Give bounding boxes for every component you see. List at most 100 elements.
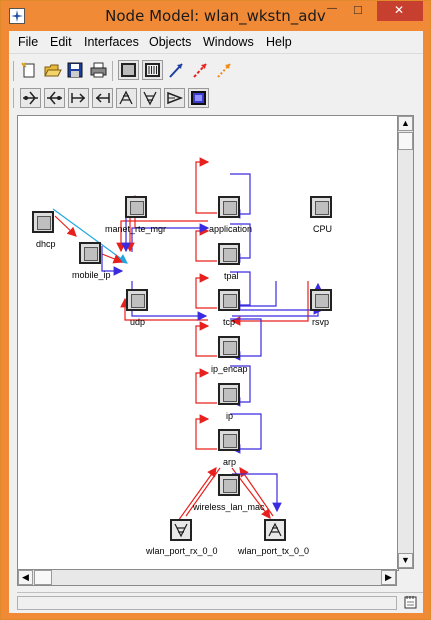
toolbar-main bbox=[9, 58, 423, 84]
menu-help[interactable]: Help bbox=[266, 35, 292, 49]
create-antenna-button[interactable] bbox=[164, 88, 185, 108]
open-button[interactable] bbox=[42, 60, 63, 80]
stream-ip-to-ipencap bbox=[195, 321, 217, 357]
node-rsvp[interactable] bbox=[310, 289, 332, 311]
new-button[interactable] bbox=[19, 60, 40, 80]
open-folder-icon bbox=[44, 64, 62, 77]
menu-windows[interactable]: Windows bbox=[203, 35, 254, 49]
radio-transmitter-icon bbox=[268, 522, 282, 537]
node-udp[interactable] bbox=[126, 289, 148, 311]
node-mobile-ip[interactable] bbox=[79, 242, 101, 264]
node-editor-canvas[interactable]: dhcp mobile_ip manet_rte_mgr udp applica… bbox=[17, 115, 399, 571]
label-arp: arp bbox=[223, 457, 237, 467]
create-pt-tx-button[interactable] bbox=[20, 88, 41, 108]
create-logical-association-icon bbox=[217, 63, 231, 78]
stream-tcp-to-tpal bbox=[195, 226, 217, 262]
close-icon: ✕ bbox=[394, 3, 405, 17]
scroll-up-button[interactable]: ▲ bbox=[398, 116, 413, 131]
node-tcp[interactable] bbox=[218, 289, 240, 311]
label-mobile-ip: mobile_ip bbox=[72, 270, 111, 280]
new-document-icon bbox=[21, 62, 35, 78]
create-bus-transmitter-icon bbox=[71, 93, 86, 103]
stream-dhcp-to-mobileip bbox=[54, 215, 77, 237]
node-cpu[interactable] bbox=[310, 196, 332, 218]
horizontal-scroll-thumb[interactable] bbox=[34, 570, 52, 585]
node-ip[interactable] bbox=[218, 383, 240, 405]
label-wlan-port-tx: wlan_port_tx_0_0 bbox=[238, 546, 310, 556]
stream-rx-to-mac bbox=[177, 467, 217, 522]
node-manet-rte-mgr[interactable] bbox=[125, 196, 147, 218]
create-external-system-icon bbox=[191, 91, 206, 105]
label-wireless-lan-mac: wireless_lan_mac bbox=[193, 502, 265, 512]
create-packet-stream-icon bbox=[169, 63, 183, 78]
label-cpu: CPU bbox=[313, 224, 333, 234]
label-dhcp: dhcp bbox=[36, 239, 56, 249]
application-window: Node Model: wlan_wkstn_adv — □ ✕ File Ed… bbox=[0, 0, 431, 620]
create-bus-tx-button[interactable] bbox=[68, 88, 89, 108]
scroll-right-button[interactable]: ▶ bbox=[381, 570, 396, 585]
create-pt-rx-button[interactable] bbox=[44, 88, 65, 108]
create-radio-receiver-icon bbox=[143, 91, 157, 106]
create-logical-association-button[interactable] bbox=[214, 60, 235, 80]
node-tpal[interactable] bbox=[218, 243, 240, 265]
create-radio-tx-button[interactable] bbox=[116, 88, 137, 108]
notes-button[interactable] bbox=[403, 594, 419, 610]
create-statistic-wire-icon bbox=[193, 63, 207, 78]
close-button[interactable]: ✕ bbox=[377, 1, 423, 21]
label-udp: udp bbox=[130, 317, 146, 327]
create-bus-rx-button[interactable] bbox=[92, 88, 113, 108]
node-wireless-lan-mac[interactable] bbox=[218, 474, 240, 496]
stream-mac-to-arp bbox=[195, 414, 217, 450]
print-icon bbox=[90, 62, 107, 78]
save-button[interactable] bbox=[65, 60, 86, 80]
vertical-scroll-thumb[interactable] bbox=[398, 132, 413, 150]
stream-mobileip-to-udp bbox=[101, 253, 124, 264]
create-packet-stream-button[interactable] bbox=[166, 60, 187, 80]
stream-ipencap-to-tcp bbox=[195, 273, 217, 309]
menu-edit[interactable]: Edit bbox=[50, 35, 72, 49]
toolbar-transceivers bbox=[9, 85, 423, 111]
arrow-left-icon: ◀ bbox=[22, 572, 29, 582]
label-tpal: tpal bbox=[224, 271, 239, 281]
label-application: application bbox=[209, 224, 253, 234]
toolbar-separator bbox=[13, 88, 14, 108]
create-point-to-point-transmitter-icon bbox=[23, 91, 38, 105]
vertical-scrollbar[interactable]: ▲ ▼ bbox=[397, 115, 414, 569]
toolbar-separator bbox=[112, 61, 113, 81]
maximize-icon: □ bbox=[354, 2, 362, 17]
label-ip-encap: ip_encap bbox=[211, 364, 248, 374]
node-wlan-port-rx[interactable] bbox=[170, 519, 192, 541]
create-queue-button[interactable] bbox=[142, 60, 163, 80]
notepad-icon bbox=[404, 596, 417, 609]
create-point-to-point-receiver-icon bbox=[47, 91, 62, 105]
node-arp[interactable] bbox=[218, 429, 240, 451]
window-client: File Edit Interfaces Objects Windows Hel… bbox=[9, 31, 423, 613]
label-ip: ip bbox=[226, 411, 234, 421]
minimize-icon: — bbox=[327, 3, 337, 14]
create-queue-icon bbox=[145, 63, 160, 77]
arrow-down-icon: ▼ bbox=[401, 555, 410, 565]
create-external-system-button[interactable] bbox=[188, 88, 209, 108]
menu-objects[interactable]: Objects bbox=[149, 35, 191, 49]
horizontal-scrollbar[interactable]: ◀ ▶ bbox=[17, 569, 397, 586]
scroll-left-button[interactable]: ◀ bbox=[18, 570, 33, 585]
node-wlan-port-tx[interactable] bbox=[264, 519, 286, 541]
node-dhcp[interactable] bbox=[32, 211, 54, 233]
create-bus-receiver-icon bbox=[95, 93, 110, 103]
menu-interfaces[interactable]: Interfaces bbox=[84, 35, 139, 49]
scroll-down-button[interactable]: ▼ bbox=[398, 553, 413, 568]
print-button[interactable] bbox=[88, 60, 109, 80]
create-statistic-wire-button[interactable] bbox=[190, 60, 211, 80]
menu-bar: File Edit Interfaces Objects Windows Hel… bbox=[9, 31, 423, 54]
maximize-button[interactable]: □ bbox=[346, 1, 374, 22]
create-processor-button[interactable] bbox=[118, 60, 139, 80]
minimize-button[interactable]: — bbox=[318, 1, 346, 22]
create-radio-rx-button[interactable] bbox=[140, 88, 161, 108]
menu-file[interactable]: File bbox=[18, 35, 38, 49]
status-bar bbox=[17, 592, 423, 613]
node-application[interactable] bbox=[218, 196, 240, 218]
node-ip-encap[interactable] bbox=[218, 336, 240, 358]
label-tcp: tcp bbox=[223, 317, 236, 327]
title-bar[interactable]: Node Model: wlan_wkstn_adv — □ ✕ bbox=[1, 1, 430, 31]
label-rsvp: rsvp bbox=[312, 317, 330, 327]
